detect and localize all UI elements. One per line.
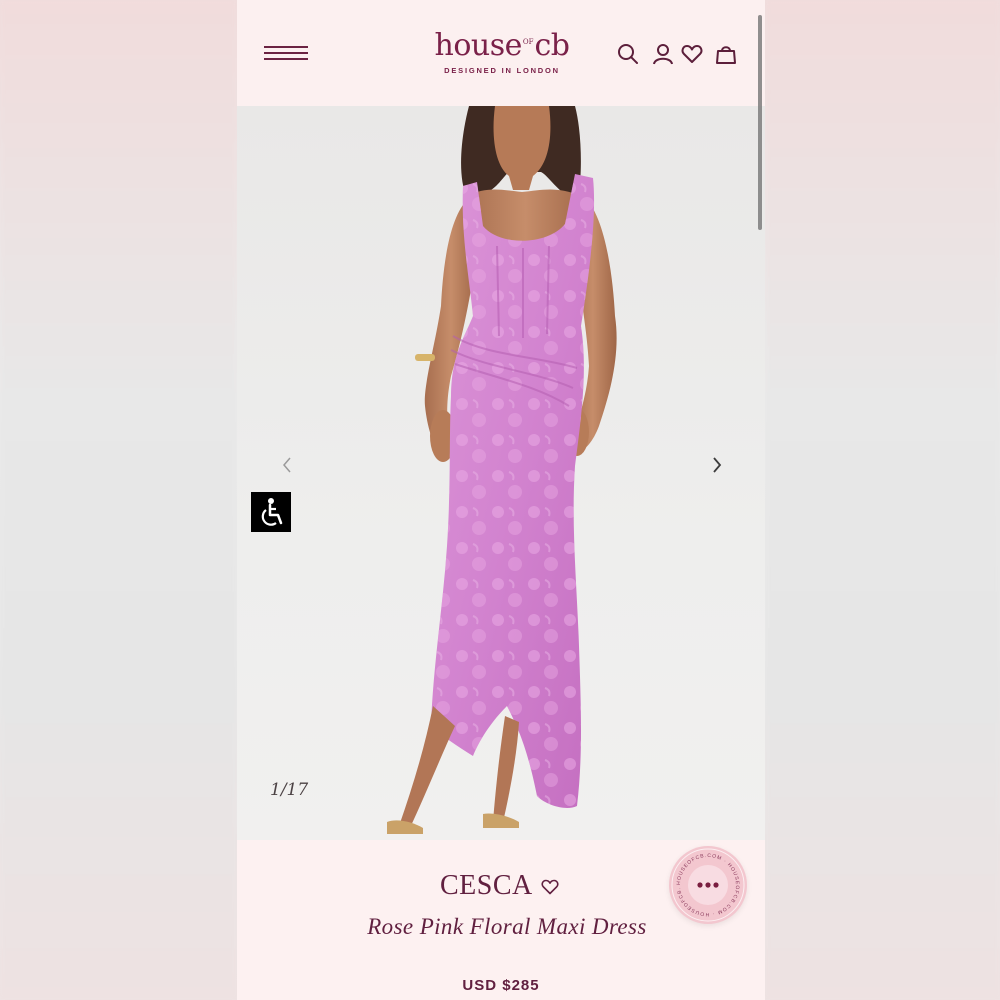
logo-tagline: DESIGNED IN LONDON: [444, 66, 560, 75]
menu-icon[interactable]: [264, 43, 308, 65]
previous-image-arrow-icon[interactable]: [279, 456, 295, 474]
accessibility-icon: [261, 498, 283, 526]
brand-logo[interactable]: houseOFcb DESIGNED IN LONDON: [397, 24, 607, 75]
product-image-carousel[interactable]: 1/17: [237, 106, 765, 840]
accessibility-button[interactable]: [251, 492, 291, 532]
image-counter: 1/17: [270, 780, 309, 800]
next-image-arrow-icon[interactable]: [709, 456, 725, 474]
account-icon[interactable]: [652, 43, 674, 65]
product-info: CESCA Rose Pink Floral Maxi Dress USD $2…: [237, 840, 765, 1000]
add-to-wishlist-heart-icon[interactable]: [541, 879, 559, 895]
logo-wordmark: houseOFcb: [434, 28, 570, 63]
search-icon[interactable]: [617, 43, 639, 65]
bag-icon[interactable]: [715, 43, 737, 65]
background-blur-left: [0, 0, 237, 1000]
chat-button[interactable]: HOUSEOFCB.COM · HOUSEOFCB.COM · HOUSEOFC…: [666, 842, 747, 924]
scrollbar[interactable]: [758, 15, 762, 230]
product-name: CESCA: [440, 870, 533, 901]
product-photo: [387, 106, 617, 834]
background-blur-right: [765, 0, 1000, 1000]
product-price: USD $285: [462, 977, 540, 994]
chat-badge-icon: HOUSEOFCB.COM · HOUSEOFCB.COM · HOUSEOFC…: [666, 842, 745, 922]
site-header: houseOFcb DESIGNED IN LONDON: [237, 0, 765, 106]
mobile-screen: houseOFcb DESIGNED IN LONDON 1/17 CESCA …: [237, 0, 765, 1000]
wishlist-icon[interactable]: [681, 43, 703, 65]
